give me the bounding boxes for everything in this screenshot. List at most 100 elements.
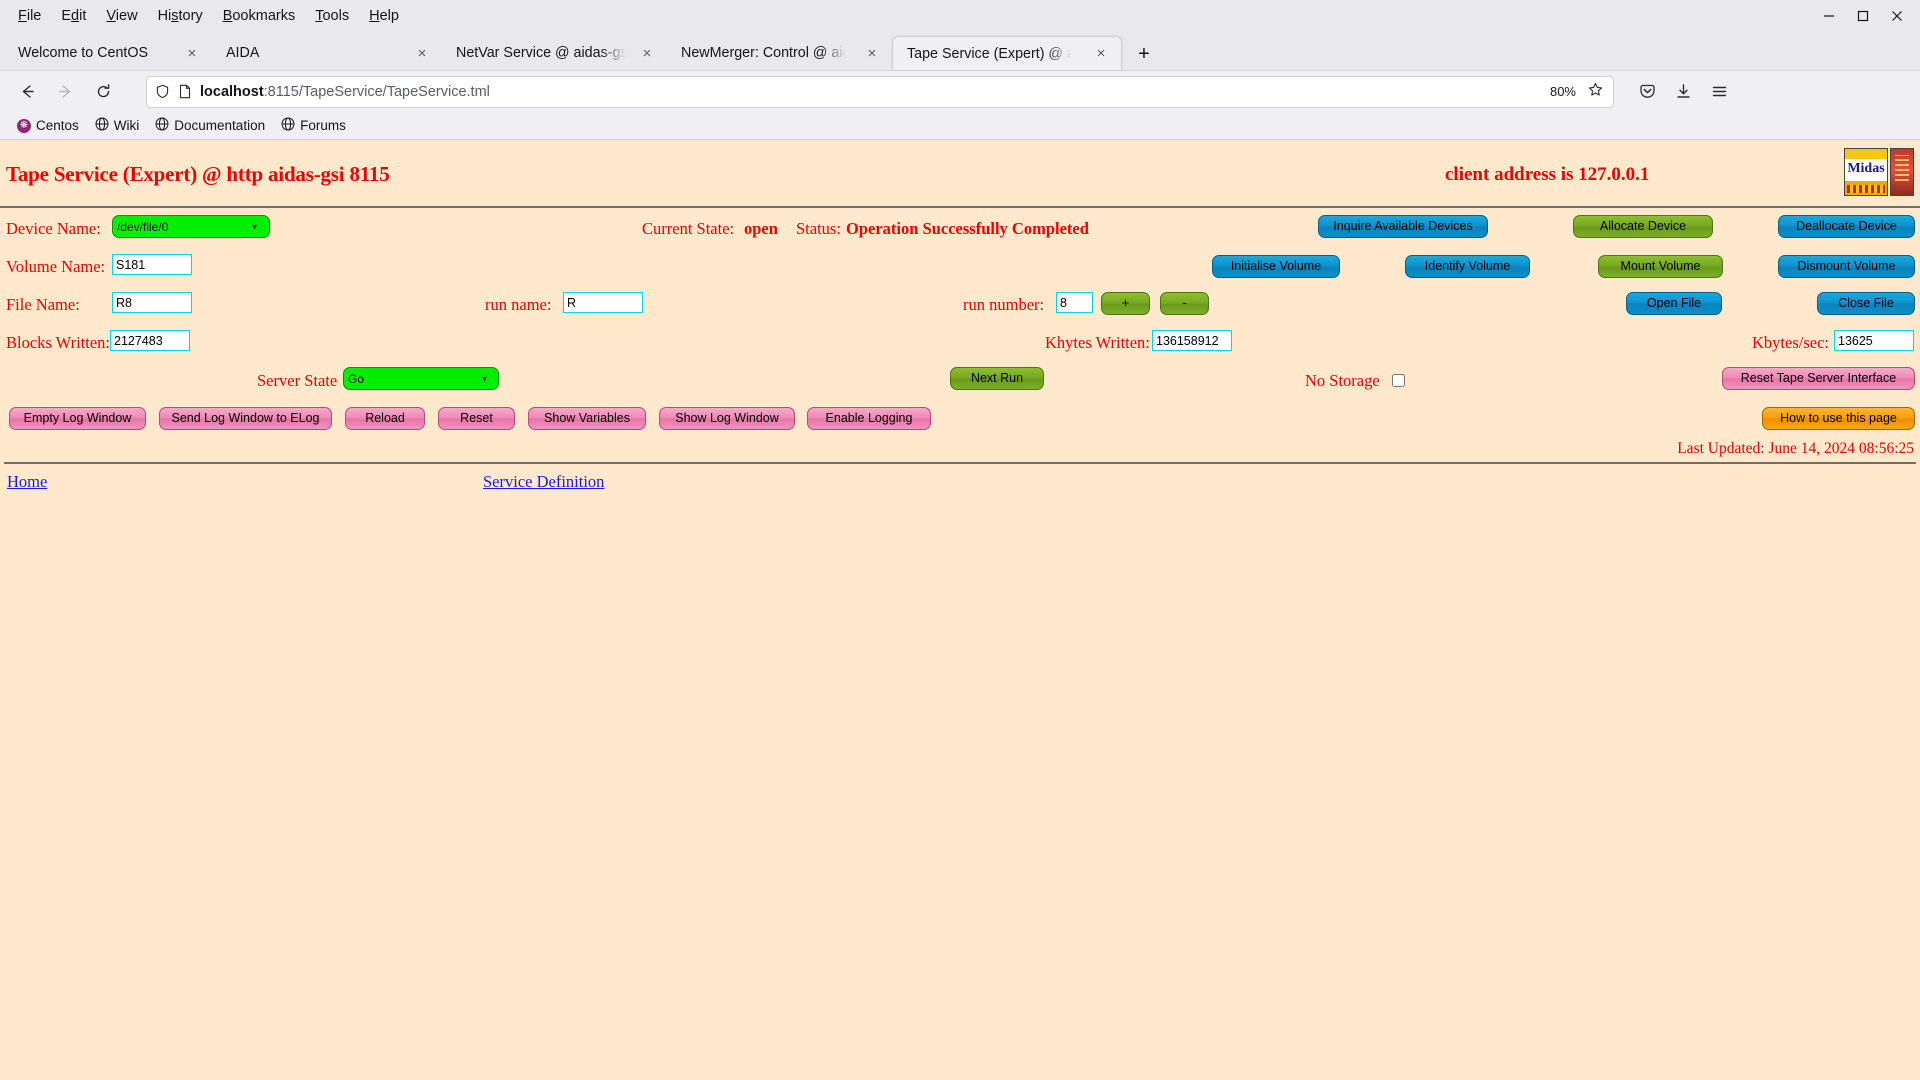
page-info-icon[interactable] bbox=[178, 84, 192, 99]
bookmark-wiki[interactable]: Wiki bbox=[88, 114, 147, 137]
tab-label: NewMerger: Control @ aidas-gsi bbox=[681, 45, 846, 61]
tab-newmerger-control[interactable]: NewMerger: Control @ aidas-gsi × bbox=[667, 36, 892, 70]
reset-tape-server-interface-button[interactable]: Reset Tape Server Interface bbox=[1722, 367, 1915, 390]
enable-logging-button[interactable]: Enable Logging bbox=[807, 407, 931, 430]
menu-edit[interactable]: Edit bbox=[51, 5, 96, 27]
tab-netvar-service[interactable]: NetVar Service @ aidas-gsi × bbox=[442, 36, 667, 70]
zoom-level-badge[interactable]: 80% bbox=[1550, 84, 1580, 99]
tab-close-icon[interactable]: × bbox=[1091, 44, 1111, 64]
mount-volume-button[interactable]: Mount Volume bbox=[1598, 255, 1723, 278]
dismount-volume-button[interactable]: Dismount Volume bbox=[1778, 255, 1915, 278]
identify-volume-button[interactable]: Identify Volume bbox=[1405, 255, 1530, 278]
bookmarks-bar: ❋ Centos Wiki Documentation Forums bbox=[0, 112, 1920, 140]
client-address: client address is 127.0.0.1 bbox=[1445, 164, 1650, 185]
footer-link-home[interactable]: Home bbox=[7, 472, 47, 492]
tab-close-icon[interactable]: × bbox=[182, 43, 202, 63]
bookmark-documentation[interactable]: Documentation bbox=[148, 114, 272, 137]
volume-name-input[interactable] bbox=[112, 254, 192, 275]
empty-log-window-button[interactable]: Empty Log Window bbox=[9, 407, 146, 430]
downloads-icon[interactable] bbox=[1666, 76, 1700, 108]
show-log-window-button[interactable]: Show Log Window bbox=[659, 407, 795, 430]
tab-close-icon[interactable]: × bbox=[637, 43, 657, 63]
next-run-button[interactable]: Next Run bbox=[950, 367, 1044, 390]
open-file-button[interactable]: Open File bbox=[1626, 292, 1722, 315]
bookmark-centos[interactable]: ❋ Centos bbox=[10, 115, 86, 136]
reset-button[interactable]: Reset bbox=[438, 407, 515, 430]
toolbar-right bbox=[1630, 76, 1736, 108]
url-bar[interactable]: localhost:8115/TapeService/TapeService.t… bbox=[146, 75, 1614, 108]
close-icon[interactable] bbox=[1880, 1, 1914, 31]
tab-tape-service-expert[interactable]: Tape Service (Expert) @ aidas-gsi × bbox=[892, 36, 1122, 70]
run-name-input[interactable] bbox=[563, 292, 643, 313]
tab-welcome-to-centos[interactable]: Welcome to CentOS × bbox=[4, 36, 212, 70]
run-number-increment-button[interactable]: + bbox=[1101, 292, 1150, 315]
allocate-device-button[interactable]: Allocate Device bbox=[1573, 215, 1713, 238]
menu-help[interactable]: Help bbox=[359, 5, 409, 27]
minimize-icon[interactable] bbox=[1812, 1, 1846, 31]
file-name-label: File Name: bbox=[6, 295, 80, 314]
how-to-use-this-page-button[interactable]: How to use this page bbox=[1762, 407, 1915, 430]
blocks-written-input[interactable] bbox=[110, 330, 190, 351]
menu-tools[interactable]: Tools bbox=[305, 5, 359, 27]
khytes-written-input[interactable] bbox=[1152, 330, 1232, 351]
tab-label: NetVar Service @ aidas-gsi bbox=[456, 45, 626, 61]
current-state-label: Current State: bbox=[642, 219, 735, 238]
send-log-window-to-elog-button[interactable]: Send Log Window to ELog bbox=[159, 407, 332, 430]
server-state-label: Server State bbox=[257, 371, 338, 390]
url-host: localhost bbox=[200, 83, 264, 100]
no-storage-label: No Storage bbox=[1305, 371, 1380, 390]
kbytes-sec-input[interactable] bbox=[1834, 330, 1914, 351]
khytes-written-label: Khytes Written: bbox=[1045, 333, 1150, 352]
server-state-select[interactable]: Go bbox=[343, 367, 499, 390]
no-storage-checkbox[interactable] bbox=[1392, 374, 1405, 387]
save-to-pocket-icon[interactable] bbox=[1630, 76, 1664, 108]
run-number-input[interactable] bbox=[1056, 292, 1093, 313]
blocks-written-label: Blocks Written: bbox=[6, 333, 110, 352]
tab-aida[interactable]: AIDA × bbox=[212, 36, 442, 70]
back-icon[interactable] bbox=[10, 76, 44, 108]
tab-strip: Welcome to CentOS × AIDA × NetVar Servic… bbox=[0, 32, 1920, 70]
kbytes-sec-label: Kbytes/sec: bbox=[1752, 333, 1829, 352]
page-title: Tape Service (Expert) @ http aidas-gsi 8… bbox=[6, 162, 390, 186]
reload-icon[interactable] bbox=[86, 76, 120, 108]
run-number-decrement-button[interactable]: - bbox=[1160, 292, 1209, 315]
url-text: localhost:8115/TapeService/TapeService.t… bbox=[200, 84, 1542, 100]
deallocate-device-button[interactable]: Deallocate Device bbox=[1778, 215, 1915, 238]
inquire-available-devices-button[interactable]: Inquire Available Devices bbox=[1318, 215, 1488, 238]
bookmark-label: Centos bbox=[36, 118, 79, 133]
run-number-label: run number: bbox=[963, 295, 1045, 314]
centos-icon: ❋ bbox=[17, 118, 31, 133]
menu-file[interactable]: File bbox=[8, 5, 51, 27]
footer-link-service-definition[interactable]: Service Definition bbox=[483, 472, 604, 492]
tab-close-icon[interactable]: × bbox=[412, 43, 432, 63]
file-name-input[interactable] bbox=[112, 292, 192, 313]
footer-divider bbox=[4, 462, 1916, 464]
initialise-volume-button[interactable]: Initialise Volume bbox=[1212, 255, 1340, 278]
close-file-button[interactable]: Close File bbox=[1817, 292, 1915, 315]
device-name-select[interactable]: /dev/file/0 bbox=[112, 215, 270, 238]
midas-logo-text: Midas bbox=[1847, 161, 1885, 176]
bookmark-forums[interactable]: Forums bbox=[274, 114, 353, 137]
last-updated-text: Last Updated: June 14, 2024 08:56:25 bbox=[1677, 440, 1914, 457]
midas-logo-tile: Midas bbox=[1844, 148, 1888, 196]
tab-label: Welcome to CentOS bbox=[18, 45, 149, 61]
maximize-icon[interactable] bbox=[1846, 1, 1880, 31]
globe-icon bbox=[281, 117, 295, 134]
menu-view[interactable]: View bbox=[96, 5, 147, 27]
forward-icon[interactable] bbox=[48, 76, 82, 108]
show-variables-button[interactable]: Show Variables bbox=[528, 407, 646, 430]
tab-label: Tape Service (Expert) @ aidas-gsi bbox=[907, 45, 1072, 62]
device-name-label: Device Name: bbox=[6, 219, 101, 238]
reload-button[interactable]: Reload bbox=[345, 407, 425, 430]
run-name-label: run name: bbox=[485, 295, 552, 314]
tab-close-icon[interactable]: × bbox=[862, 43, 882, 63]
globe-icon bbox=[155, 117, 169, 134]
secondary-logo-tile bbox=[1890, 148, 1914, 196]
navigation-toolbar: localhost:8115/TapeService/TapeService.t… bbox=[0, 70, 1920, 112]
app-menu-icon[interactable] bbox=[1702, 76, 1736, 108]
new-tab-button[interactable]: + bbox=[1128, 38, 1160, 70]
menu-bookmarks[interactable]: Bookmarks bbox=[213, 5, 306, 27]
bookmark-star-icon[interactable] bbox=[1588, 82, 1605, 101]
menu-history[interactable]: History bbox=[148, 5, 213, 27]
tracking-protection-shield-icon[interactable] bbox=[155, 84, 170, 99]
